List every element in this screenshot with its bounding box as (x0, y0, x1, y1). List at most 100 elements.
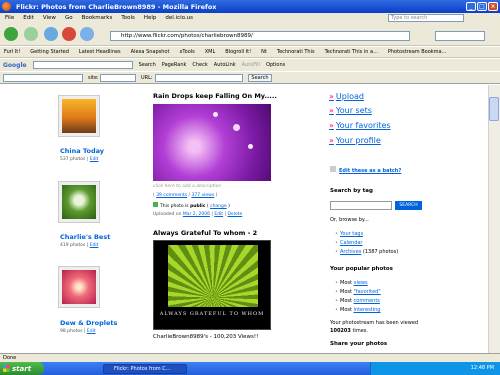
url-input[interactable] (155, 74, 243, 82)
most-favorited-link[interactable]: Most "favorited" (335, 289, 381, 295)
google-options-button[interactable]: Options (266, 62, 285, 68)
vertical-scrollbar[interactable] (488, 85, 500, 353)
maximize-button[interactable]: □ (477, 2, 487, 11)
set-meta: 419 photos | Edit (60, 243, 99, 248)
home-icon[interactable] (80, 27, 94, 41)
bookmark-item[interactable]: Photostream Bookma... (388, 49, 447, 55)
bookmark-item[interactable]: Alexa Snapshot (131, 49, 170, 55)
photo-image[interactable]: ALWAYS GRATEFUL TO WHOM (153, 240, 271, 330)
menu-tools[interactable]: Tools (121, 15, 135, 21)
archives-link[interactable]: Archives (1387 photos) (335, 249, 399, 255)
calendar-link[interactable]: Calendar (335, 240, 363, 246)
popular-photos-heading: Your popular photos (330, 266, 393, 272)
menu-help[interactable]: Help (144, 15, 157, 21)
address-bar[interactable]: http://www.flickr.com/photos/charliebrow… (110, 31, 410, 41)
google-search-button[interactable]: Search (139, 62, 156, 68)
bookmark-item[interactable]: Nt (261, 49, 267, 55)
stop-icon[interactable] (62, 27, 76, 41)
your-favorites-link[interactable]: » Your favorites (329, 121, 391, 130)
photo-title[interactable]: Always Grateful To whom - 2 (153, 229, 257, 237)
your-sets-link[interactable]: » Your sets (329, 106, 372, 115)
site-input[interactable] (100, 74, 136, 82)
photo-stats: ( 39 comments / 377 views ) (153, 193, 218, 198)
status-bar: Done (0, 353, 500, 362)
set-title[interactable]: Charlie's Best (60, 233, 110, 241)
search-query-input[interactable] (3, 74, 83, 82)
bookmark-item[interactable]: Blogroll It! (225, 49, 251, 55)
clock: 12:48 PM (470, 365, 494, 371)
set-photo-count: 537 photos (60, 157, 86, 162)
bookmark-item[interactable]: Latest Headlines (79, 49, 121, 55)
bookmark-item[interactable]: Furl It! (4, 49, 20, 55)
set-edit-link[interactable]: Edit (87, 329, 96, 334)
search-box[interactable] (435, 31, 485, 41)
menu-go[interactable]: Go (65, 15, 73, 21)
photo-delete-link[interactable]: Delete (227, 212, 242, 217)
menu-view[interactable]: View (43, 15, 56, 21)
google-search-input[interactable] (32, 61, 133, 69)
droplet (213, 112, 218, 117)
google-autolink-button[interactable]: AutoLink (214, 62, 236, 68)
views-count: 100203 (330, 328, 351, 334)
ctrl-search-button[interactable]: Search (248, 74, 272, 82)
upload-link[interactable]: » Upload (329, 92, 364, 101)
bookmark-item[interactable]: xTools (179, 49, 194, 55)
pagerank-indicator: PageRank (161, 62, 187, 68)
forward-icon[interactable] (24, 27, 38, 41)
set-edit-link[interactable]: Edit (90, 157, 99, 162)
browse-by-label: Or, browse by... (330, 217, 369, 223)
set-title[interactable]: China Today (60, 147, 104, 155)
reload-icon[interactable] (44, 27, 58, 41)
leaf-image (168, 245, 258, 307)
views-link[interactable]: 377 views (191, 193, 214, 198)
views-summary: Your photostream has been viewed (330, 320, 419, 326)
tag-search-button[interactable]: SEARCH (395, 201, 422, 210)
tag-search-field[interactable] (330, 201, 392, 210)
your-tags-link[interactable]: Your tags (335, 231, 363, 237)
photo-edit-link[interactable]: Edit (214, 212, 223, 217)
edit-batch-link[interactable]: Edit these as a batch? (339, 168, 401, 174)
bookmark-item[interactable]: Getting Started (30, 49, 69, 55)
minimize-button[interactable]: _ (466, 2, 476, 11)
add-description-link[interactable]: click here to add a description (153, 184, 221, 189)
search-control-bar: site: URL: Search (0, 72, 500, 84)
set-thumbnail[interactable] (59, 267, 99, 307)
bookmark-item[interactable]: XML (205, 49, 216, 55)
close-button[interactable]: × (488, 2, 498, 11)
window-title: Flickr: Photos from CharlieBrown8989 - M… (16, 2, 217, 11)
most-comments-link[interactable]: Most comments (335, 298, 380, 304)
change-privacy-link[interactable]: change (210, 204, 227, 209)
most-views-link[interactable]: Most views (335, 280, 368, 286)
set-photo-count: 419 photos (60, 243, 86, 248)
scrollbar-thumb[interactable] (489, 97, 499, 121)
set-title[interactable]: Dew & Droplets (60, 319, 117, 327)
photo-caption-text: CharlieBrown8989's - 100,203 Views!! (153, 334, 259, 340)
tag-search-input[interactable]: Type to search (388, 14, 464, 22)
public-icon (153, 202, 158, 207)
upload-date-link[interactable]: Mar 2, 2006 (183, 212, 210, 217)
menu-delicious[interactable]: del.icio.us (165, 15, 193, 21)
set-thumbnail[interactable] (59, 182, 99, 222)
site-label: site: (88, 75, 99, 81)
your-profile-link[interactable]: » Your profile (329, 136, 381, 145)
archives-count: (1387 photos) (362, 249, 399, 255)
droplet (248, 144, 253, 149)
set-thumbnail[interactable] (59, 96, 99, 136)
google-check-button[interactable]: Check (192, 62, 207, 68)
menu-bookmarks[interactable]: Bookmarks (82, 15, 113, 21)
menu-edit[interactable]: Edit (23, 15, 34, 21)
comments-link[interactable]: 39 comments (156, 193, 187, 198)
back-icon[interactable] (4, 27, 18, 41)
upload-info: Uploaded on Mar 2, 2006 | Edit | Delete (153, 212, 243, 217)
most-interesting-link[interactable]: Most interesting (335, 307, 381, 313)
bookmark-item[interactable]: Technorati This in a... (325, 49, 378, 55)
menu-file[interactable]: File (5, 15, 14, 21)
window-titlebar: Flickr: Photos from CharlieBrown8989 - M… (0, 0, 500, 13)
start-button[interactable]: start (0, 362, 44, 375)
taskbar-firefox-item[interactable]: Flickr: Photos from C... (103, 364, 187, 374)
photo-image[interactable] (153, 104, 271, 181)
set-edit-link[interactable]: Edit (90, 243, 99, 248)
bookmark-item[interactable]: Technorati This (277, 49, 315, 55)
photo-title[interactable]: Rain Drops keep Falling On My..... (153, 92, 277, 100)
google-autofill-button[interactable]: AutoFill (242, 62, 260, 68)
